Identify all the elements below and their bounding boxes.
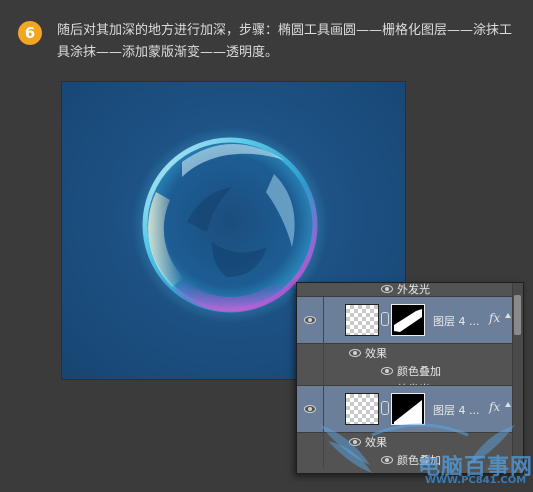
collapse-arrow-icon[interactable] [505, 313, 511, 318]
effect-label: 外发光 [397, 283, 430, 296]
layer-effect-outer-glow[interactable]: 外发光 [297, 283, 523, 296]
layer-row[interactable]: 图层 4 ... fx [297, 296, 523, 344]
eye-icon[interactable] [349, 438, 361, 446]
link-chain-icon[interactable] [381, 401, 389, 415]
fx-icon[interactable]: fx [489, 311, 500, 325]
eye-icon[interactable] [381, 285, 393, 293]
eye-icon[interactable] [349, 349, 361, 357]
eye-icon[interactable] [304, 405, 316, 413]
eye-icon[interactable] [381, 367, 393, 375]
collapse-arrow-icon[interactable] [505, 402, 511, 407]
eye-icon[interactable] [381, 456, 393, 464]
visibility-column[interactable] [297, 297, 324, 343]
effects-label: 效果 [365, 436, 387, 449]
effects-group[interactable]: 效果 [297, 343, 523, 361]
layer-effect-color-overlay[interactable]: 颜色叠加 [297, 361, 523, 379]
layers-scrollbar[interactable] [512, 283, 523, 473]
effect-label: 颜色叠加 [397, 365, 441, 378]
visibility-column[interactable] [297, 386, 324, 432]
layer-thumbnail[interactable] [345, 393, 379, 425]
layer-mask-thumbnail[interactable] [391, 393, 425, 425]
link-chain-icon[interactable] [381, 312, 389, 326]
layer-row[interactable]: 图层 4 ... fx [297, 385, 523, 433]
eye-icon[interactable] [304, 316, 316, 324]
scrollbar-thumb[interactable] [514, 295, 521, 335]
layer-mask-thumbnail[interactable] [391, 304, 425, 336]
layer-name[interactable]: 图层 4 ... [433, 313, 479, 329]
watermark-url: WWW.PC841.COM [425, 475, 527, 486]
layers-panel: 外发光 图层 4 ... fx 效果 颜色叠加 外发光 [296, 282, 524, 474]
effects-label: 效果 [365, 347, 387, 360]
step-number-badge: 6 [18, 21, 42, 45]
step-instruction: 随后对其加深的地方进行加深，步骤：椭圆工具画圆——栅格化图层——涂抹工具涂抹——… [57, 23, 513, 60]
layer-name[interactable]: 图层 4 ... [433, 402, 479, 418]
effects-group[interactable]: 效果 [297, 432, 523, 450]
fx-icon[interactable]: fx [489, 400, 500, 414]
layer-thumbnail[interactable] [345, 304, 379, 336]
